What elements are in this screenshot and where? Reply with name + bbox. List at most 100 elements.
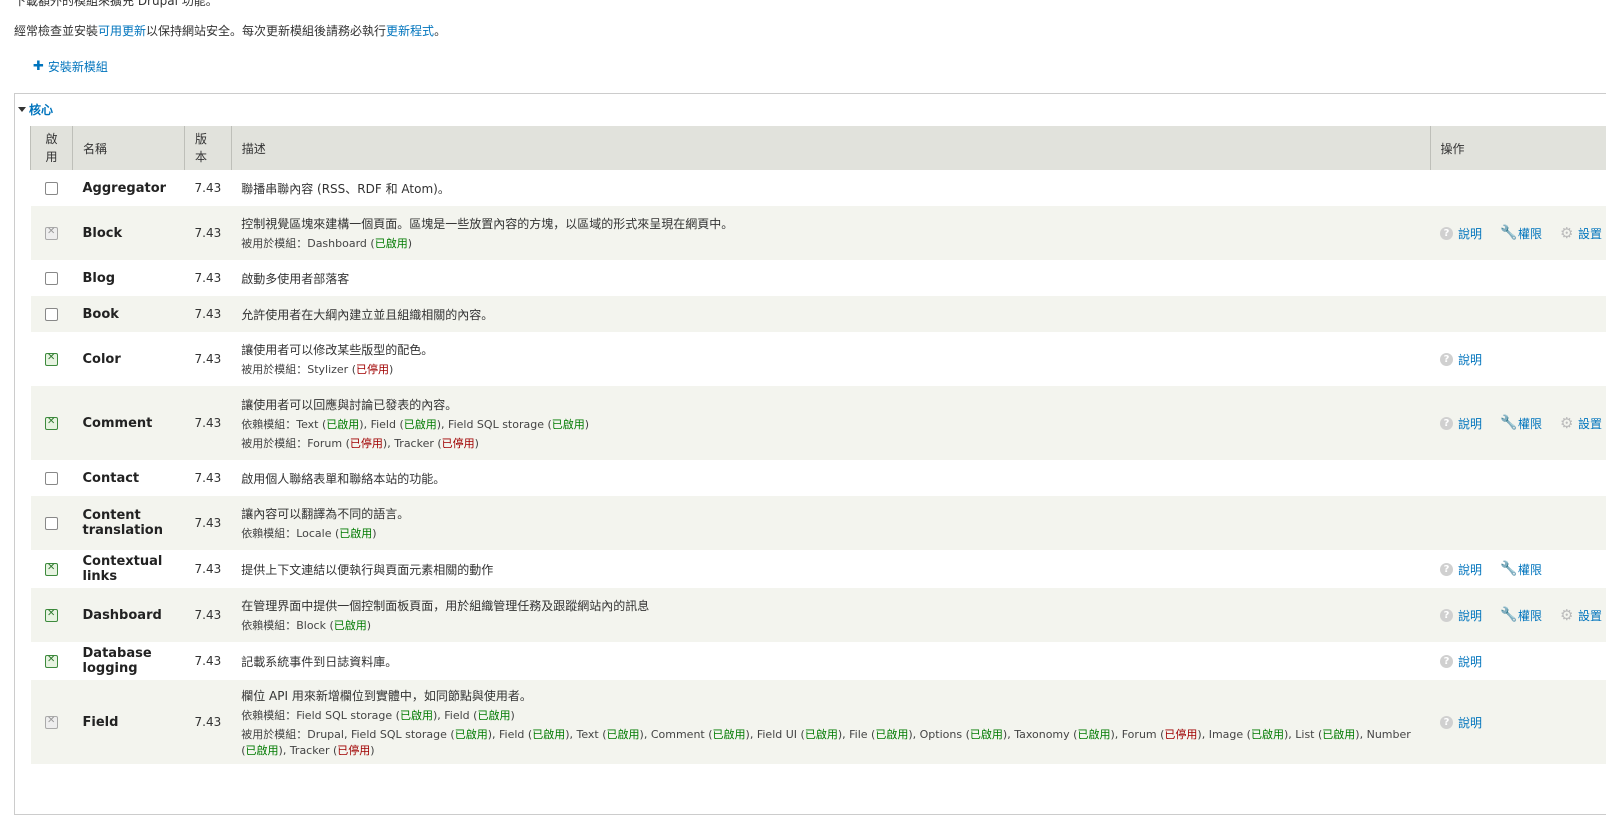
module-dependency-line: 依賴模組：Field SQL storage (已啟用), Field (已啟用… xyxy=(241,707,1420,723)
help-link[interactable]: ?說明 xyxy=(1440,653,1482,670)
module-status: 已啟用 xyxy=(532,728,565,741)
enable-checkbox[interactable] xyxy=(45,182,58,195)
module-status: 已停用 xyxy=(350,437,383,450)
enable-checkbox[interactable] xyxy=(45,472,58,485)
module-status: 已啟用 xyxy=(805,728,838,741)
module-dependency-line: 依賴模組：Locale (已啟用) xyxy=(241,525,1420,541)
module-dependency-line: 被用於模組：Drupal, Field SQL storage (已啟用), F… xyxy=(241,726,1420,758)
table-row: Block7.43控制視覺區塊來建構一個頁面。區塊是一些放置內容的方塊，以區域的… xyxy=(31,206,1606,260)
module-dependency-line: 被用於模組：Dashboard (已啟用) xyxy=(241,235,1420,251)
enable-checkbox[interactable] xyxy=(45,517,58,530)
module-operations xyxy=(1430,496,1606,550)
plus-icon: ✚ xyxy=(33,59,44,74)
module-description: 控制視覺區塊來建構一個頁面。區塊是一些放置內容的方塊，以區域的形式來呈現在網頁中… xyxy=(231,206,1430,260)
collapse-triangle-icon xyxy=(18,107,26,112)
enable-checkbox[interactable] xyxy=(45,563,58,576)
module-description: 提供上下文連結以便執行與頁面元素相關的動作 xyxy=(231,550,1430,588)
module-name: Aggregator xyxy=(73,170,185,206)
key-icon: 🔧 xyxy=(1500,417,1513,430)
header-operations: 操作 xyxy=(1430,126,1606,170)
table-row: Aggregator7.43聯播串聯內容 (RSS、RDF 和 Atom)。 xyxy=(31,170,1606,206)
enable-checkbox[interactable] xyxy=(45,272,58,285)
config-link[interactable]: ⚙設置 xyxy=(1560,607,1602,624)
header-description: 描述 xyxy=(231,126,1430,170)
module-operations: ?說明 🔧權限 ⚙設置 xyxy=(1430,206,1606,260)
core-section-toggle[interactable]: 核心 xyxy=(18,101,53,118)
description-text: 允許使用者在大綱內建立並且組織相關的內容。 xyxy=(241,306,1420,323)
table-row: Contact7.43啟用個人聯絡表單和聯絡本站的功能。 xyxy=(31,460,1606,496)
module-name: Comment xyxy=(73,386,185,460)
module-status: 已啟用 xyxy=(375,237,408,250)
module-name: Contact xyxy=(73,460,185,496)
config-link[interactable]: ⚙設置 xyxy=(1560,225,1602,242)
enable-cell xyxy=(31,170,73,206)
help-icon: ? xyxy=(1440,609,1453,622)
perm-link[interactable]: 🔧權限 xyxy=(1500,225,1542,242)
perm-link[interactable]: 🔧權限 xyxy=(1500,561,1542,578)
module-operations xyxy=(1430,296,1606,332)
help-icon: ? xyxy=(1440,227,1453,240)
header-version: 版本 xyxy=(185,126,232,170)
module-name: Block xyxy=(73,206,185,260)
module-status: 已啟用 xyxy=(552,418,585,431)
module-version: 7.43 xyxy=(185,332,232,386)
module-status: 已啟用 xyxy=(1251,728,1284,741)
module-status: 已啟用 xyxy=(477,709,510,722)
module-version: 7.43 xyxy=(185,588,232,642)
help-link[interactable]: ?說明 xyxy=(1440,415,1482,432)
module-status: 已停用 xyxy=(356,363,389,376)
module-version: 7.43 xyxy=(185,170,232,206)
module-name: Book xyxy=(73,296,185,332)
module-status: 已啟用 xyxy=(1077,728,1110,741)
module-status: 已停用 xyxy=(1164,728,1197,741)
module-name: Dashboard xyxy=(73,588,185,642)
table-row: Database logging7.43記載系統事件到日誌資料庫。?說明 xyxy=(31,642,1606,680)
module-status: 已啟用 xyxy=(404,418,437,431)
module-operations: ?說明 🔧權限 ⚙設置 xyxy=(1430,386,1606,460)
enable-checkbox xyxy=(45,227,58,240)
help-link[interactable]: ?說明 xyxy=(1440,225,1482,242)
gear-icon: ⚙ xyxy=(1560,227,1573,240)
enable-checkbox[interactable] xyxy=(45,417,58,430)
description-text: 讓使用者可以回應與討論已發表的內容。 xyxy=(241,396,1420,413)
module-name: Content translation xyxy=(73,496,185,550)
module-version: 7.43 xyxy=(185,460,232,496)
install-new-module-link[interactable]: ✚ 安裝新模組 xyxy=(33,58,108,75)
help-link[interactable]: ?說明 xyxy=(1440,351,1482,368)
help-link[interactable]: ?說明 xyxy=(1440,607,1482,624)
module-status: 已停用 xyxy=(442,437,475,450)
module-description: 啟動多使用者部落客 xyxy=(231,260,1430,296)
table-row: Content translation7.43讓內容可以翻譯為不同的語言。依賴模… xyxy=(31,496,1606,550)
module-status: 已啟用 xyxy=(713,728,746,741)
help-link[interactable]: ?說明 xyxy=(1440,561,1482,578)
perm-link[interactable]: 🔧權限 xyxy=(1500,415,1542,432)
update-script-link[interactable]: 更新程式 xyxy=(386,24,434,38)
key-icon: 🔧 xyxy=(1500,227,1513,240)
enable-checkbox[interactable] xyxy=(45,655,58,668)
module-description: 讓內容可以翻譯為不同的語言。依賴模組：Locale (已啟用) xyxy=(231,496,1430,550)
table-header: 啟用 名稱 版本 描述 操作 xyxy=(31,126,1606,170)
gear-icon: ⚙ xyxy=(1560,417,1573,430)
help-link[interactable]: ?說明 xyxy=(1440,714,1482,731)
module-status: 已啟用 xyxy=(326,418,359,431)
intro-text: 經常檢查並安裝可用更新以保持網站安全。每次更新模組後請務必執行更新程式。 xyxy=(14,22,446,39)
enable-cell xyxy=(31,588,73,642)
available-updates-link[interactable]: 可用更新 xyxy=(98,24,146,38)
perm-link[interactable]: 🔧權限 xyxy=(1500,607,1542,624)
enable-cell xyxy=(31,332,73,386)
config-link[interactable]: ⚙設置 xyxy=(1560,415,1602,432)
enable-cell xyxy=(31,642,73,680)
modules-table: 啟用 名稱 版本 描述 操作 Aggregator7.43聯播串聯內容 (RSS… xyxy=(30,126,1606,764)
module-version: 7.43 xyxy=(185,550,232,588)
table-row: Book7.43允許使用者在大綱內建立並且組織相關的內容。 xyxy=(31,296,1606,332)
description-text: 控制視覺區塊來建構一個頁面。區塊是一些放置內容的方塊，以區域的形式來呈現在網頁中… xyxy=(241,215,1420,232)
module-version: 7.43 xyxy=(185,680,232,764)
enable-checkbox[interactable] xyxy=(45,308,58,321)
enable-checkbox[interactable] xyxy=(45,609,58,622)
enable-checkbox[interactable] xyxy=(45,353,58,366)
key-icon: 🔧 xyxy=(1500,609,1513,622)
module-status: 已停用 xyxy=(337,744,370,757)
module-dependency-line: 被用於模組：Forum (已停用), Tracker (已停用) xyxy=(241,435,1420,451)
module-name: Field xyxy=(73,680,185,764)
description-text: 讓內容可以翻譯為不同的語言。 xyxy=(241,505,1420,522)
